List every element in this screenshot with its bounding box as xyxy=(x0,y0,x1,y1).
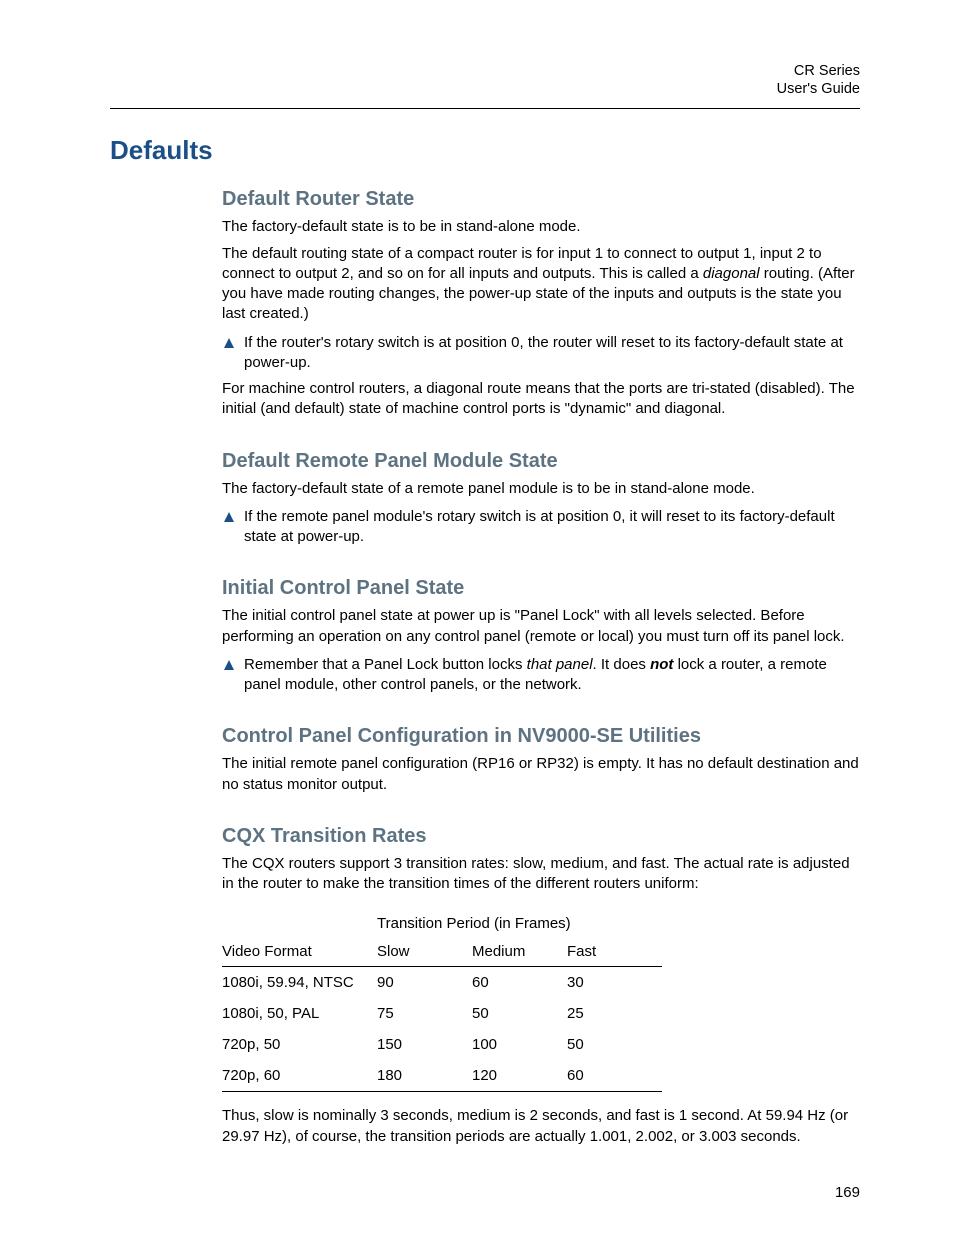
text-italic: that panel xyxy=(527,656,593,673)
note: If the remote panel module's rotary swit… xyxy=(222,507,860,548)
running-header: CR Series User's Guide xyxy=(110,62,860,98)
table-row: 720p, 60 180 120 60 xyxy=(222,1060,662,1092)
table-spacer xyxy=(222,908,377,936)
body-text: The factory-default state is to be in st… xyxy=(222,217,860,237)
chapter-title: Defaults xyxy=(110,135,860,166)
section-title: Control Panel Configuration in NV9000-SE… xyxy=(222,725,860,748)
body-text: The factory-default state of a remote pa… xyxy=(222,479,860,499)
body-text: The CQX routers support 3 transition rat… xyxy=(222,854,860,895)
section-title: Default Router State xyxy=(222,188,860,211)
section-initial-control-panel: Initial Control Panel State The initial … xyxy=(222,577,860,695)
table-cell: 60 xyxy=(567,1060,662,1092)
text-run: Remember that a Panel Lock button locks xyxy=(244,656,527,673)
table-header: Slow xyxy=(377,936,472,967)
text-bold-italic: not xyxy=(650,656,673,673)
text-italic: diagonal xyxy=(703,265,760,282)
note-text: If the router's rotary switch is at posi… xyxy=(244,333,860,374)
table-cell: 1080i, 50, PAL xyxy=(222,998,377,1029)
page: CR Series User's Guide Defaults Default … xyxy=(0,0,954,1235)
table-row: 1080i, 50, PAL 75 50 25 xyxy=(222,998,662,1029)
note-text: Remember that a Panel Lock button locks … xyxy=(244,655,860,696)
triangle-icon xyxy=(224,660,234,670)
table-cell: 60 xyxy=(472,967,567,999)
table-cell: 75 xyxy=(377,998,472,1029)
note-text: If the remote panel module's rotary swit… xyxy=(244,507,860,548)
table-super-header: Transition Period (in Frames) xyxy=(377,908,662,936)
table-row: 1080i, 59.94, NTSC 90 60 30 xyxy=(222,967,662,999)
table-cell: 1080i, 59.94, NTSC xyxy=(222,967,377,999)
section-default-remote-panel: Default Remote Panel Module State The fa… xyxy=(222,450,860,548)
table-cell: 90 xyxy=(377,967,472,999)
header-series: CR Series xyxy=(110,62,860,80)
table-cell: 50 xyxy=(472,998,567,1029)
body-text: The initial control panel state at power… xyxy=(222,606,860,647)
body-text: The initial remote panel configuration (… xyxy=(222,754,860,795)
body-text: The default routing state of a compact r… xyxy=(222,244,860,325)
section-title: Initial Control Panel State xyxy=(222,577,860,600)
table-cell: 25 xyxy=(567,998,662,1029)
table-cell: 150 xyxy=(377,1029,472,1060)
triangle-icon xyxy=(224,512,234,522)
table-cell: 100 xyxy=(472,1029,567,1060)
header-guide: User's Guide xyxy=(110,80,860,98)
table-cell: 180 xyxy=(377,1060,472,1092)
table-header: Fast xyxy=(567,936,662,967)
triangle-icon xyxy=(224,338,234,348)
table-cell: 720p, 60 xyxy=(222,1060,377,1092)
table-header: Medium xyxy=(472,936,567,967)
page-number: 169 xyxy=(835,1184,860,1201)
body-text: For machine control routers, a diagonal … xyxy=(222,379,860,420)
header-rule xyxy=(110,108,860,109)
table-cell: 720p, 50 xyxy=(222,1029,377,1060)
text-run: . It does xyxy=(593,656,651,673)
transition-rates-table: Transition Period (in Frames) Video Form… xyxy=(222,908,662,1092)
body-text: Thus, slow is nominally 3 seconds, mediu… xyxy=(222,1106,860,1147)
table-cell: 50 xyxy=(567,1029,662,1060)
section-control-panel-config: Control Panel Configuration in NV9000-SE… xyxy=(222,725,860,795)
table-header: Video Format xyxy=(222,936,377,967)
note: Remember that a Panel Lock button locks … xyxy=(222,655,860,696)
section-cqx-transition-rates: CQX Transition Rates The CQX routers sup… xyxy=(222,825,860,1147)
section-title: Default Remote Panel Module State xyxy=(222,450,860,473)
section-title: CQX Transition Rates xyxy=(222,825,860,848)
table-cell: 120 xyxy=(472,1060,567,1092)
table-row: 720p, 50 150 100 50 xyxy=(222,1029,662,1060)
section-default-router-state: Default Router State The factory-default… xyxy=(222,188,860,419)
note: If the router's rotary switch is at posi… xyxy=(222,333,860,374)
table-cell: 30 xyxy=(567,967,662,999)
